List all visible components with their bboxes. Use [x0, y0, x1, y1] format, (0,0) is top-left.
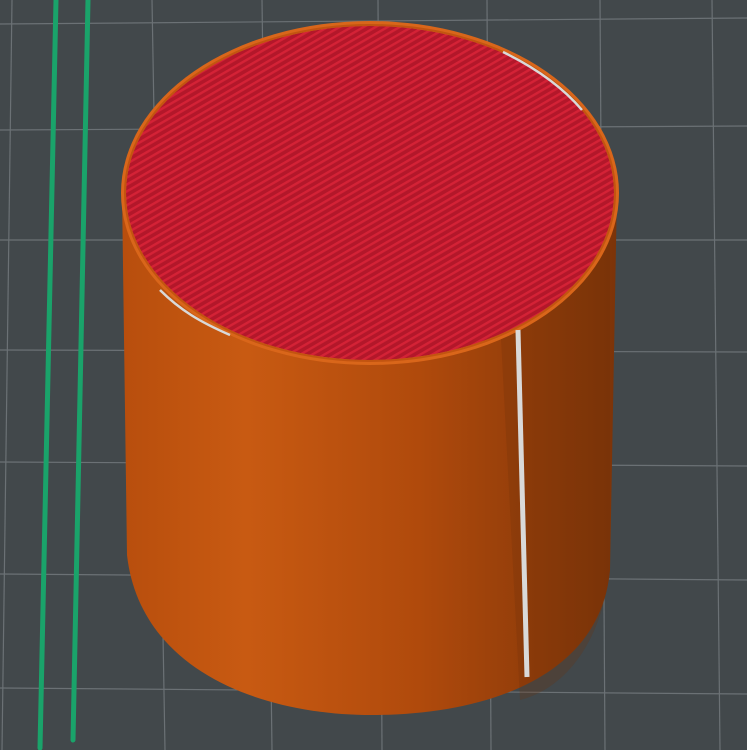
top-infill-surface [126, 26, 614, 360]
scene-canvas[interactable] [0, 0, 747, 750]
3d-print-preview-viewport[interactable] [0, 0, 747, 750]
travel-lines [37, 0, 91, 750]
travel-line-1 [37, 0, 59, 750]
travel-line-2 [70, 0, 91, 743]
printed-cylinder[interactable] [121, 21, 619, 715]
